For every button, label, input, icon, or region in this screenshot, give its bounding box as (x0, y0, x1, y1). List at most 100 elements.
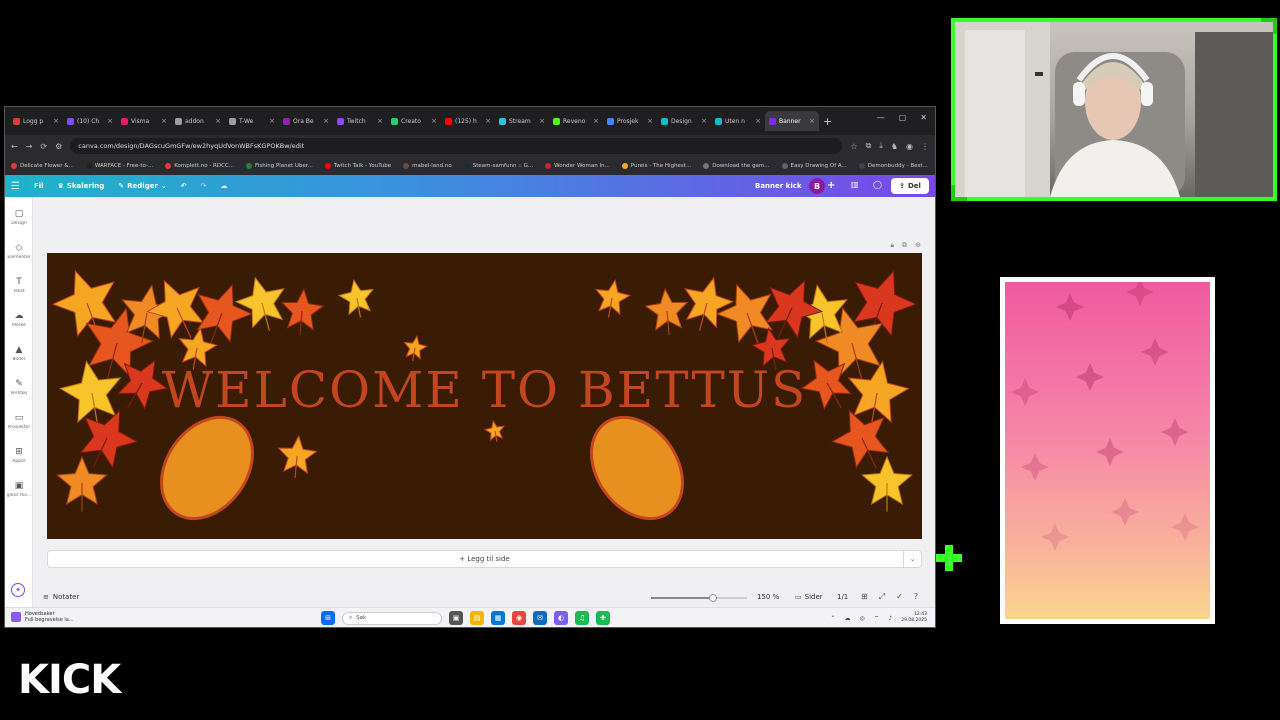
taskbar-search[interactable]: ⌕ Søk (342, 611, 442, 625)
redo-button[interactable]: ↷ (201, 182, 207, 190)
share-button[interactable]: ⇪ Del (891, 178, 929, 194)
browser-tab[interactable]: Ora Be × (279, 111, 333, 131)
browser-tab[interactable]: Logg p × (9, 111, 63, 131)
resize-button[interactable]: ♛ Skalering (58, 182, 105, 190)
add-page-icon[interactable]: ⊕ (915, 241, 921, 250)
sidebar-item[interactable]: T Tekst (5, 277, 33, 294)
close-icon[interactable]: × (485, 117, 491, 125)
maximize-icon[interactable]: ▢ (899, 113, 907, 122)
help-icon[interactable]: ? (914, 592, 918, 602)
close-icon[interactable]: × (647, 117, 653, 125)
browser-menu-icon[interactable]: ⋮ (921, 142, 929, 151)
steam-tray-icon[interactable]: ◎ (860, 615, 865, 622)
chevron-down-icon[interactable]: ⌄ (903, 551, 921, 567)
task-view-icon[interactable]: ▣ (449, 611, 463, 625)
browser-tab[interactable]: Prosjek × (603, 111, 657, 131)
extensions-icon[interactable]: ⧉ (866, 141, 872, 151)
close-icon[interactable]: × (215, 117, 221, 125)
zoom-slider[interactable] (651, 594, 747, 602)
close-icon[interactable]: × (107, 117, 113, 125)
browser-tab[interactable]: Banner × (765, 111, 819, 131)
close-icon[interactable]: × (593, 117, 599, 125)
taskbar-clock[interactable]: 12:43 29.08.2025 (901, 612, 927, 624)
insights-icon[interactable]: ▥ (851, 180, 859, 189)
chrome-icon[interactable]: ◉ (512, 611, 526, 625)
banner-title[interactable]: WELCOME TO BETTUS (47, 361, 922, 419)
zoom-slider-handle[interactable] (709, 594, 718, 602)
pages-button[interactable]: ▭ Sider (795, 593, 823, 601)
xbox-icon[interactable]: ✚ (596, 611, 610, 625)
sidebar-item[interactable]: ☁ Merke (5, 311, 33, 328)
grid-view-icon[interactable]: ⊞ (861, 592, 868, 602)
close-icon[interactable]: × (431, 117, 437, 125)
file-explorer-icon[interactable]: ▤ (470, 611, 484, 625)
sidebar-item[interactable]: ✎ Verktøy (5, 379, 33, 396)
close-icon[interactable]: × (539, 117, 545, 125)
minimize-icon[interactable]: — (877, 113, 885, 122)
notes-button[interactable]: ≡ Notater (43, 593, 79, 601)
browser-tab[interactable]: Design × (657, 111, 711, 131)
browser-tab[interactable]: (125) h × (441, 111, 495, 131)
comment-icon[interactable]: ◯ (873, 180, 882, 189)
design-title[interactable]: Banner kick (755, 182, 802, 190)
close-icon[interactable]: × (269, 117, 275, 125)
edit-button[interactable]: ✎ Rediger ⌄ (118, 182, 167, 190)
bookmark-item[interactable]: Delicate Flower &... (11, 163, 74, 169)
add-page-button[interactable]: + Legg til side ⌄ (47, 550, 922, 568)
back-icon[interactable]: ← (11, 142, 18, 151)
browser-tab[interactable]: Twitch × (333, 111, 387, 131)
close-icon[interactable]: × (755, 117, 761, 125)
download-icon[interactable]: ⤓ (879, 141, 883, 151)
lock-icon[interactable]: 🔒︎ (890, 241, 894, 250)
windows-start-icon[interactable]: ⊞ (321, 611, 335, 625)
close-icon[interactable]: × (701, 117, 707, 125)
file-button[interactable]: Fil (34, 182, 44, 190)
browser-tab[interactable]: Reveno × (549, 111, 603, 131)
volume-icon[interactable]: ♪ (888, 615, 892, 622)
bookmark-item[interactable]: mabel-land.no (403, 163, 452, 169)
site-info-icon[interactable]: ⚙ (55, 142, 62, 151)
browser-tab[interactable]: Visma × (117, 111, 171, 131)
browser-tab[interactable]: Stream × (495, 111, 549, 131)
check-icon[interactable]: ✓ (896, 592, 903, 602)
browser-tab[interactable]: T-We × (225, 111, 279, 131)
new-tab-button[interactable]: + (823, 115, 832, 128)
tray-chevron-icon[interactable]: ⌃ (830, 615, 835, 622)
bookmark-item[interactable]: Steam-samfunn :: G... (463, 163, 533, 169)
browser-tab[interactable]: Uten n × (711, 111, 765, 131)
bookmark-item[interactable]: Pureis - The Highest... (621, 163, 691, 169)
bookmark-item[interactable]: Wonder Woman In... (545, 163, 610, 169)
extension-icon[interactable]: ♞ (891, 142, 898, 151)
close-icon[interactable]: × (377, 117, 383, 125)
news-widget[interactable]: Hovedsaker Full begravelse la... (11, 611, 74, 623)
duplicate-page-icon[interactable]: ⧉ (902, 241, 907, 250)
sidebar-item[interactable]: ▭ Prosjekter (5, 413, 33, 430)
store-icon[interactable]: ▦ (491, 611, 505, 625)
add-collaborator-button[interactable]: + (827, 180, 835, 191)
reload-icon[interactable]: ⟳ (40, 142, 47, 151)
undo-button[interactable]: ↶ (181, 182, 187, 190)
spotify-icon[interactable]: ♫ (575, 611, 589, 625)
url-field[interactable]: canva.com/design/DAGscuGmGFw/ew2hyqUdVon… (70, 138, 843, 154)
close-icon[interactable]: × (809, 117, 815, 125)
bookmark-item[interactable]: Download the gam... (703, 163, 770, 169)
sidebar-item[interactable]: ▢ Design (5, 209, 33, 226)
browser-tab[interactable]: Creato × (387, 111, 441, 131)
sidebar-item[interactable]: ⊞ Apper (5, 447, 33, 464)
bookmark-item[interactable]: WARFACE - Free-to-... (85, 163, 153, 169)
browser-tab[interactable]: addon × (171, 111, 225, 131)
menu-icon[interactable]: ☰ (11, 181, 20, 192)
cloud-save-button[interactable]: ☁ (221, 182, 228, 190)
onedrive-icon[interactable]: ☁ (845, 615, 851, 622)
bookmark-item[interactable]: Twitch Talk - YouTube (324, 163, 391, 169)
close-icon[interactable]: × (53, 117, 59, 125)
sidebar-item[interactable]: ▲ Bilder (5, 345, 33, 362)
avatar[interactable]: B (809, 178, 825, 194)
discord-icon[interactable]: ◐ (554, 611, 568, 625)
forward-icon[interactable]: → (26, 142, 33, 151)
sidebar-item[interactable]: ◇ Elementer (5, 243, 33, 260)
bookmark-item[interactable]: Easy Drawing Of A... (781, 163, 847, 169)
network-icon[interactable]: ⌔ (874, 614, 880, 622)
bookmark-item[interactable]: Demonbuddy - Best... (858, 163, 928, 169)
bookmark-item[interactable]: Fishing Planet Uber... (246, 163, 313, 169)
